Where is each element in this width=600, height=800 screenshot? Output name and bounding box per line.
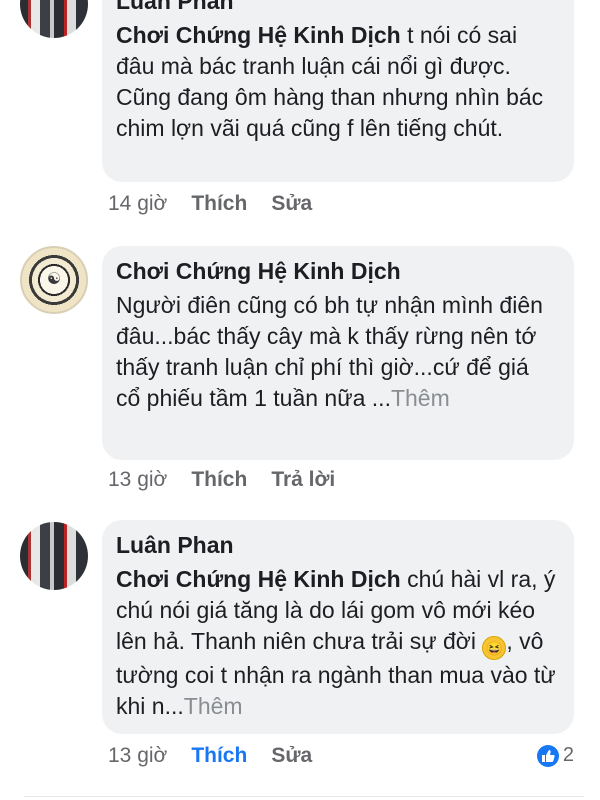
comment-time[interactable]: 13 giờ — [108, 744, 167, 768]
avatar[interactable]: ☯ — [20, 246, 88, 314]
comment-bubble: Luân Phan Chơi Chứng Hệ Kinh Dịch t nói … — [102, 0, 574, 182]
reply-button[interactable]: Trả lời — [271, 468, 335, 492]
mentioned-user[interactable]: Chơi Chứng Hệ Kinh Dịch — [116, 566, 401, 592]
bagua-seal-icon: ☯ — [46, 271, 62, 288]
comment-time[interactable]: 14 giờ — [108, 192, 167, 216]
thumbs-up-icon — [536, 744, 559, 767]
reaction-count: 2 — [562, 744, 574, 766]
avatar[interactable] — [20, 522, 88, 590]
edit-button[interactable]: Sửa — [271, 744, 312, 768]
comment-author[interactable]: Luân Phan — [116, 530, 558, 560]
comment-text: Chơi Chứng Hệ Kinh Dịch chú hài vl ra, ý… — [116, 564, 558, 722]
comment-bubble: Chơi Chứng Hệ Kinh Dịch Người điên cũng … — [102, 246, 574, 460]
comment-actions: 14 giờ Thích Sửa — [108, 192, 312, 216]
comment-actions: 13 giờ Thích Sửa — [108, 744, 312, 768]
comment-time[interactable]: 13 giờ — [108, 468, 167, 492]
see-more-link[interactable]: Thêm — [391, 385, 450, 411]
mentioned-user[interactable]: Chơi Chứng Hệ Kinh Dịch — [116, 22, 401, 48]
comment-author[interactable]: Chơi Chứng Hệ Kinh Dịch — [116, 256, 558, 286]
divider — [24, 796, 584, 797]
like-button[interactable]: Thích — [191, 468, 247, 492]
comment-author[interactable]: Luân Phan — [116, 0, 558, 16]
comment-bubble: Luân Phan Chơi Chứng Hệ Kinh Dịch chú hà… — [102, 520, 574, 734]
like-button[interactable]: Thích — [191, 744, 247, 768]
comment-body: Người điên cũng có bh tự nhận mình điên … — [116, 292, 543, 411]
reaction-summary[interactable]: 2 — [536, 744, 574, 767]
like-button[interactable]: Thích — [191, 192, 247, 216]
comment-actions: 13 giờ Thích Trả lời — [108, 468, 335, 492]
edit-button[interactable]: Sửa — [271, 192, 312, 216]
see-more-link[interactable]: Thêm — [184, 693, 243, 719]
avatar[interactable] — [20, 0, 88, 38]
laughing-emoji-icon: 😆 — [482, 636, 507, 660]
comment-text: Chơi Chứng Hệ Kinh Dịch t nói có sai đâu… — [116, 20, 558, 144]
comment-text: Người điên cũng có bh tự nhận mình điên … — [116, 290, 558, 414]
